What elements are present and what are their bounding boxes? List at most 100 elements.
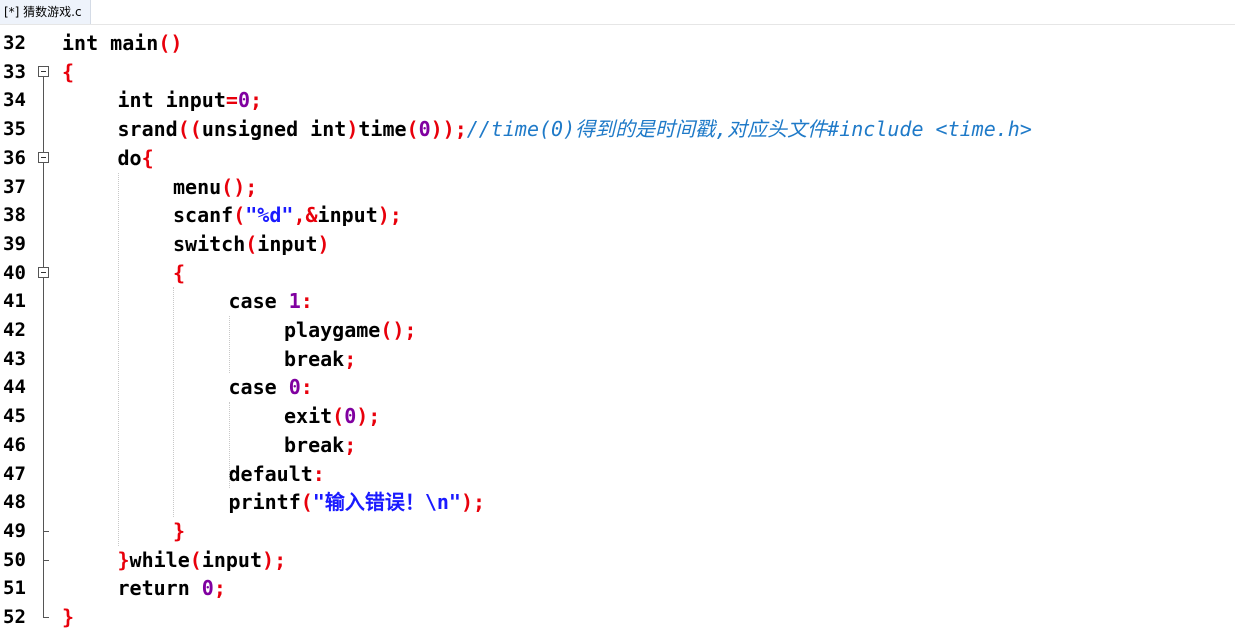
code-token: while xyxy=(129,547,190,572)
fold-guide-line xyxy=(38,115,52,145)
code-token: break xyxy=(284,346,345,371)
code-token: } xyxy=(62,605,75,629)
line-number: 47 xyxy=(3,462,26,485)
code-token: () xyxy=(158,31,183,55)
code-text: switch(input) xyxy=(173,230,330,259)
code-text: break; xyxy=(284,431,356,460)
code-token: playgame xyxy=(284,318,381,342)
code-token: { xyxy=(173,260,186,285)
fold-collapse-icon[interactable] xyxy=(38,143,52,173)
code-line[interactable]: 41 case 1: xyxy=(0,287,1235,317)
code-line[interactable]: 52} xyxy=(0,603,1235,632)
fold-guide-line xyxy=(38,287,52,317)
code-line[interactable]: 33 { xyxy=(0,58,1235,87)
code-token: ) xyxy=(317,231,330,256)
code-line[interactable]: 46 break; xyxy=(0,430,1235,460)
code-token: input xyxy=(257,231,318,256)
code-line[interactable]: 40 { xyxy=(0,258,1235,288)
fold-guide-line xyxy=(38,430,52,460)
code-token: time xyxy=(358,117,407,142)
code-line[interactable]: 47 default: xyxy=(0,459,1235,489)
code-line[interactable]: 43 break; xyxy=(0,344,1235,374)
code-text: return 0; xyxy=(118,574,226,603)
line-number: 36 xyxy=(3,146,26,169)
file-tab[interactable]: [*] 猜数游戏.c xyxy=(0,0,91,24)
code-token: } xyxy=(173,518,186,543)
code-line[interactable]: 44 case 0: xyxy=(0,373,1235,403)
fold-end-marker xyxy=(38,516,52,546)
code-text: srand((unsigned int)time(0));//time(0)得到… xyxy=(118,115,1032,144)
code-text: case 0: xyxy=(229,373,313,402)
code-token: exit xyxy=(284,404,333,429)
line-number: 44 xyxy=(3,376,26,399)
code-token: input xyxy=(317,203,378,228)
code-line[interactable]: 42 playgame(); xyxy=(0,316,1235,345)
code-editor[interactable]: 32 int main() 33{34 int input=0; 35 srand((un… xyxy=(0,25,1235,636)
code-line[interactable]: 36 do{ xyxy=(0,143,1235,173)
fold-guide-line xyxy=(38,459,52,489)
line-number: 38 xyxy=(3,204,26,227)
code-text: do{ xyxy=(118,144,154,173)
code-token: : xyxy=(300,289,313,314)
editor-tab-bar: [*] 猜数游戏.c xyxy=(0,0,1235,25)
line-number: 43 xyxy=(3,347,26,370)
code-line[interactable]: 32 int main() xyxy=(0,29,1235,58)
code-line[interactable]: 37 menu(); xyxy=(0,172,1235,202)
code-token: printf xyxy=(228,490,301,515)
indent-guide xyxy=(173,287,174,517)
code-token: 0 xyxy=(344,404,357,429)
code-line[interactable]: 48 printf("输入错误！\n"); xyxy=(0,488,1235,518)
fold-end-marker xyxy=(38,603,52,632)
code-line[interactable]: 34 int input=0; xyxy=(0,86,1235,116)
code-token: menu xyxy=(173,174,222,199)
code-line[interactable]: 35 srand((unsigned int)time(0));//time(0)… xyxy=(0,115,1235,145)
line-number: 45 xyxy=(3,405,26,428)
minus-box-icon[interactable] xyxy=(38,65,49,77)
code-token: 0 xyxy=(201,576,214,601)
code-text: } xyxy=(173,517,185,546)
code-token: switch xyxy=(173,231,246,256)
code-token: return xyxy=(117,576,202,601)
minus-box-icon[interactable] xyxy=(38,151,49,163)
code-token: ); xyxy=(262,547,287,572)
line-number: 37 xyxy=(3,175,26,198)
code-line[interactable]: 51 return 0; xyxy=(0,574,1235,604)
code-token: input xyxy=(201,547,263,572)
code-token: unsigned int xyxy=(201,117,347,142)
code-token: int xyxy=(117,88,166,113)
code-token: ( xyxy=(245,231,258,256)
code-token: ; xyxy=(344,346,357,371)
indent-guide xyxy=(117,172,119,546)
code-token: scanf xyxy=(173,203,234,228)
code-token: { xyxy=(141,145,154,170)
fold-collapse-icon[interactable] xyxy=(38,58,52,87)
code-text: }while(input); xyxy=(118,546,287,575)
code-token: //time(0)得到的是时间戳,对应头文件#include <time.h> xyxy=(466,117,1032,142)
code-token: ( xyxy=(189,547,202,572)
code-text: { xyxy=(173,259,185,288)
code-token: (); xyxy=(380,318,417,342)
line-number: 50 xyxy=(3,548,26,571)
code-text: { xyxy=(62,58,74,87)
minus-box-icon[interactable] xyxy=(38,266,49,278)
fold-guide-line xyxy=(38,402,52,432)
code-token: )); xyxy=(430,117,467,142)
line-number: 52 xyxy=(3,606,26,628)
fold-collapse-icon[interactable] xyxy=(38,258,52,288)
code-token: 0 xyxy=(288,375,301,400)
code-line[interactable]: 38 scanf("%d",&input); xyxy=(0,201,1235,231)
code-token: ) xyxy=(346,117,359,142)
code-line[interactable]: 50 }while(input); xyxy=(0,545,1235,575)
code-line[interactable]: 49} xyxy=(0,516,1235,546)
code-line[interactable]: 39 switch(input) xyxy=(0,229,1235,259)
line-number: 51 xyxy=(3,577,26,600)
line-number: 49 xyxy=(3,519,26,542)
code-text: menu(); xyxy=(173,173,257,202)
code-token: ( xyxy=(300,490,313,515)
code-token: ,& xyxy=(293,203,318,228)
code-token: 0 xyxy=(237,88,250,113)
code-line[interactable]: 45 exit(0); xyxy=(0,402,1235,432)
code-text: exit(0); xyxy=(284,402,380,431)
code-token: input xyxy=(165,88,226,113)
code-token: main xyxy=(110,31,159,55)
